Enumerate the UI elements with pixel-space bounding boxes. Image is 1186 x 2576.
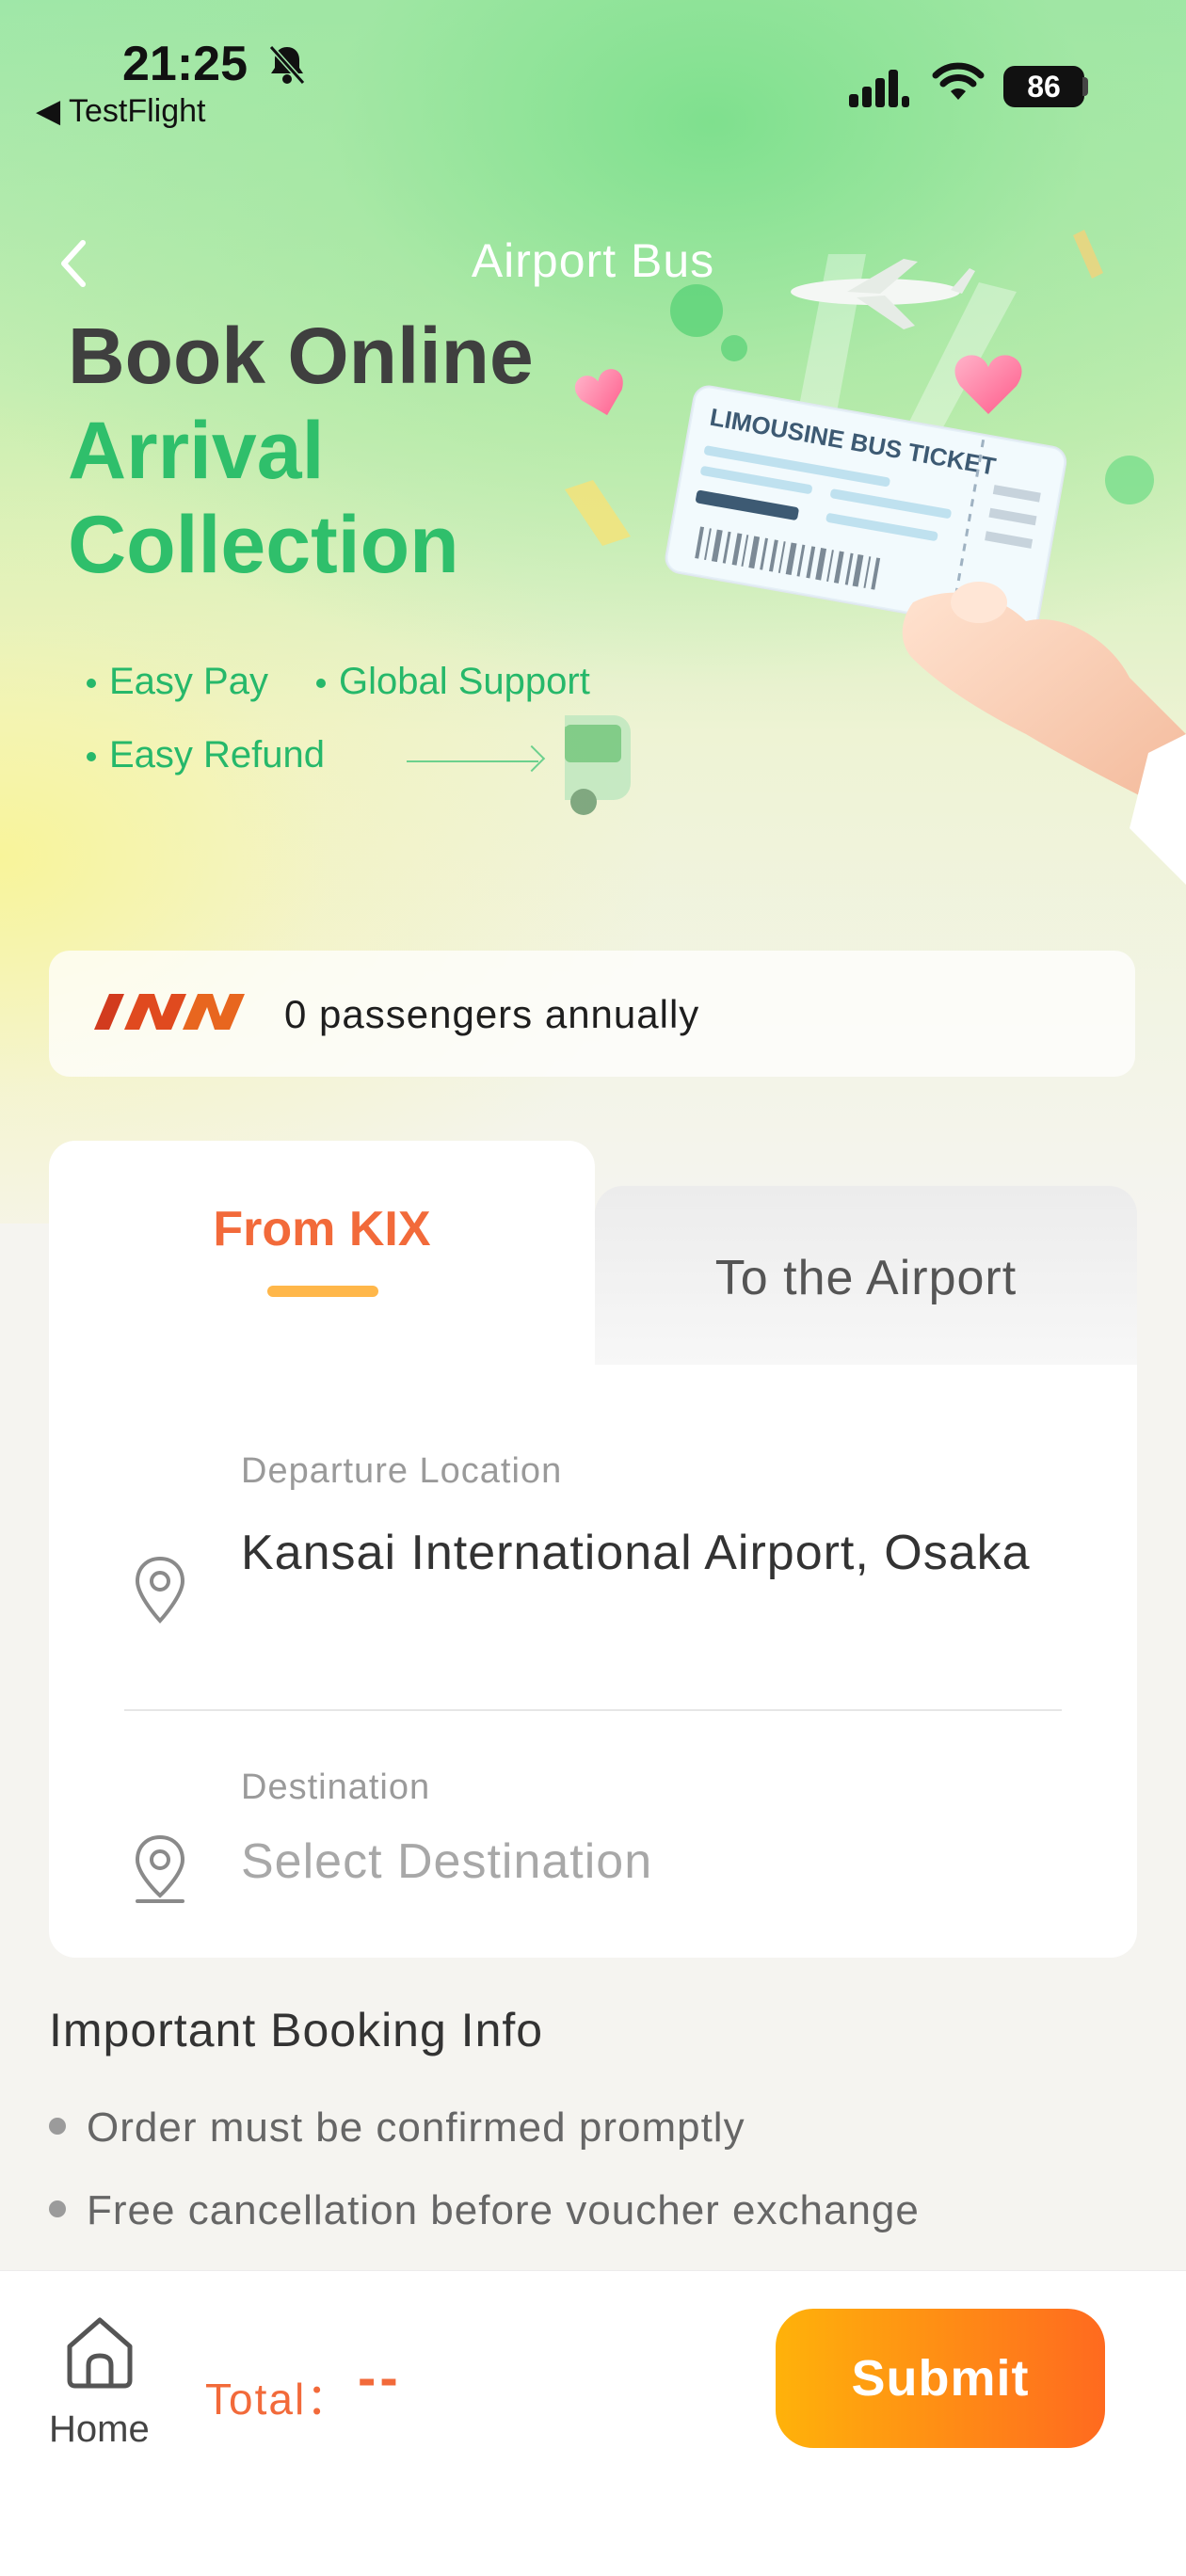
bus-icon [565,715,631,815]
total-value: -- [358,2347,402,2408]
submit-button[interactable]: Submit [776,2309,1105,2448]
active-tab-indicator [267,1286,378,1297]
info-item: Free cancellation before voucher exchang… [49,2187,920,2234]
passengers-banner: 0 passengers annually [49,951,1135,1077]
battery-indicator: 86 [1003,66,1084,107]
cellular-signal-icon [849,70,909,107]
departure-location-value[interactable]: Kansai International Airport, Osaka [241,1517,1032,1589]
departure-label: Departure Location [241,1451,563,1491]
hero-heading-line3: Collection [68,500,459,590]
feature-global-support: Global Support [316,661,590,703]
status-bar: 21:25 ◀ TestFlight 86 [0,0,1186,141]
destination-input[interactable]: Select Destination [241,1833,652,1890]
hero-heading-line1: Book Online [68,312,534,400]
decorative-arrow [407,760,538,762]
status-time: 21:25 [122,37,248,91]
tab-to-airport[interactable]: To the Airport [595,1250,1137,1306]
destination-pin-icon [135,1834,185,1903]
bottom-bar: Home Total： -- Submit [0,2270,1186,2576]
tab-from-kix[interactable]: From KIX [49,1201,595,1257]
wifi-icon [932,62,985,100]
total-label: Total： [205,2375,352,2424]
brand-logo-icon [94,994,245,1030]
battery-tip [1082,77,1088,96]
location-pin-icon [135,1556,185,1624]
destination-label: Destination [241,1768,431,1807]
feature-easy-pay: Easy Pay [87,661,268,703]
home-label[interactable]: Home [49,2408,150,2451]
passengers-count-text: 0 passengers annually [284,992,700,1036]
feature-easy-refund: Easy Refund [87,734,325,776]
booking-info-title: Important Booking Info [49,2004,544,2056]
tab-from-kix-bg [49,1141,595,1385]
booking-card: From KIX To the Airport Departure Locati… [49,1141,1137,1958]
hero-heading-line2: Arrival [68,406,325,496]
info-item: Order must be confirmed promptly [49,2104,745,2152]
form-divider [124,1709,1062,1711]
home-icon[interactable] [60,2312,139,2392]
back-to-testflight[interactable]: ◀ TestFlight [36,92,205,130]
bus-ticket-illustration: LIMOUSINE BUS TICKET [565,230,1186,885]
bell-muted-icon [268,44,306,86]
